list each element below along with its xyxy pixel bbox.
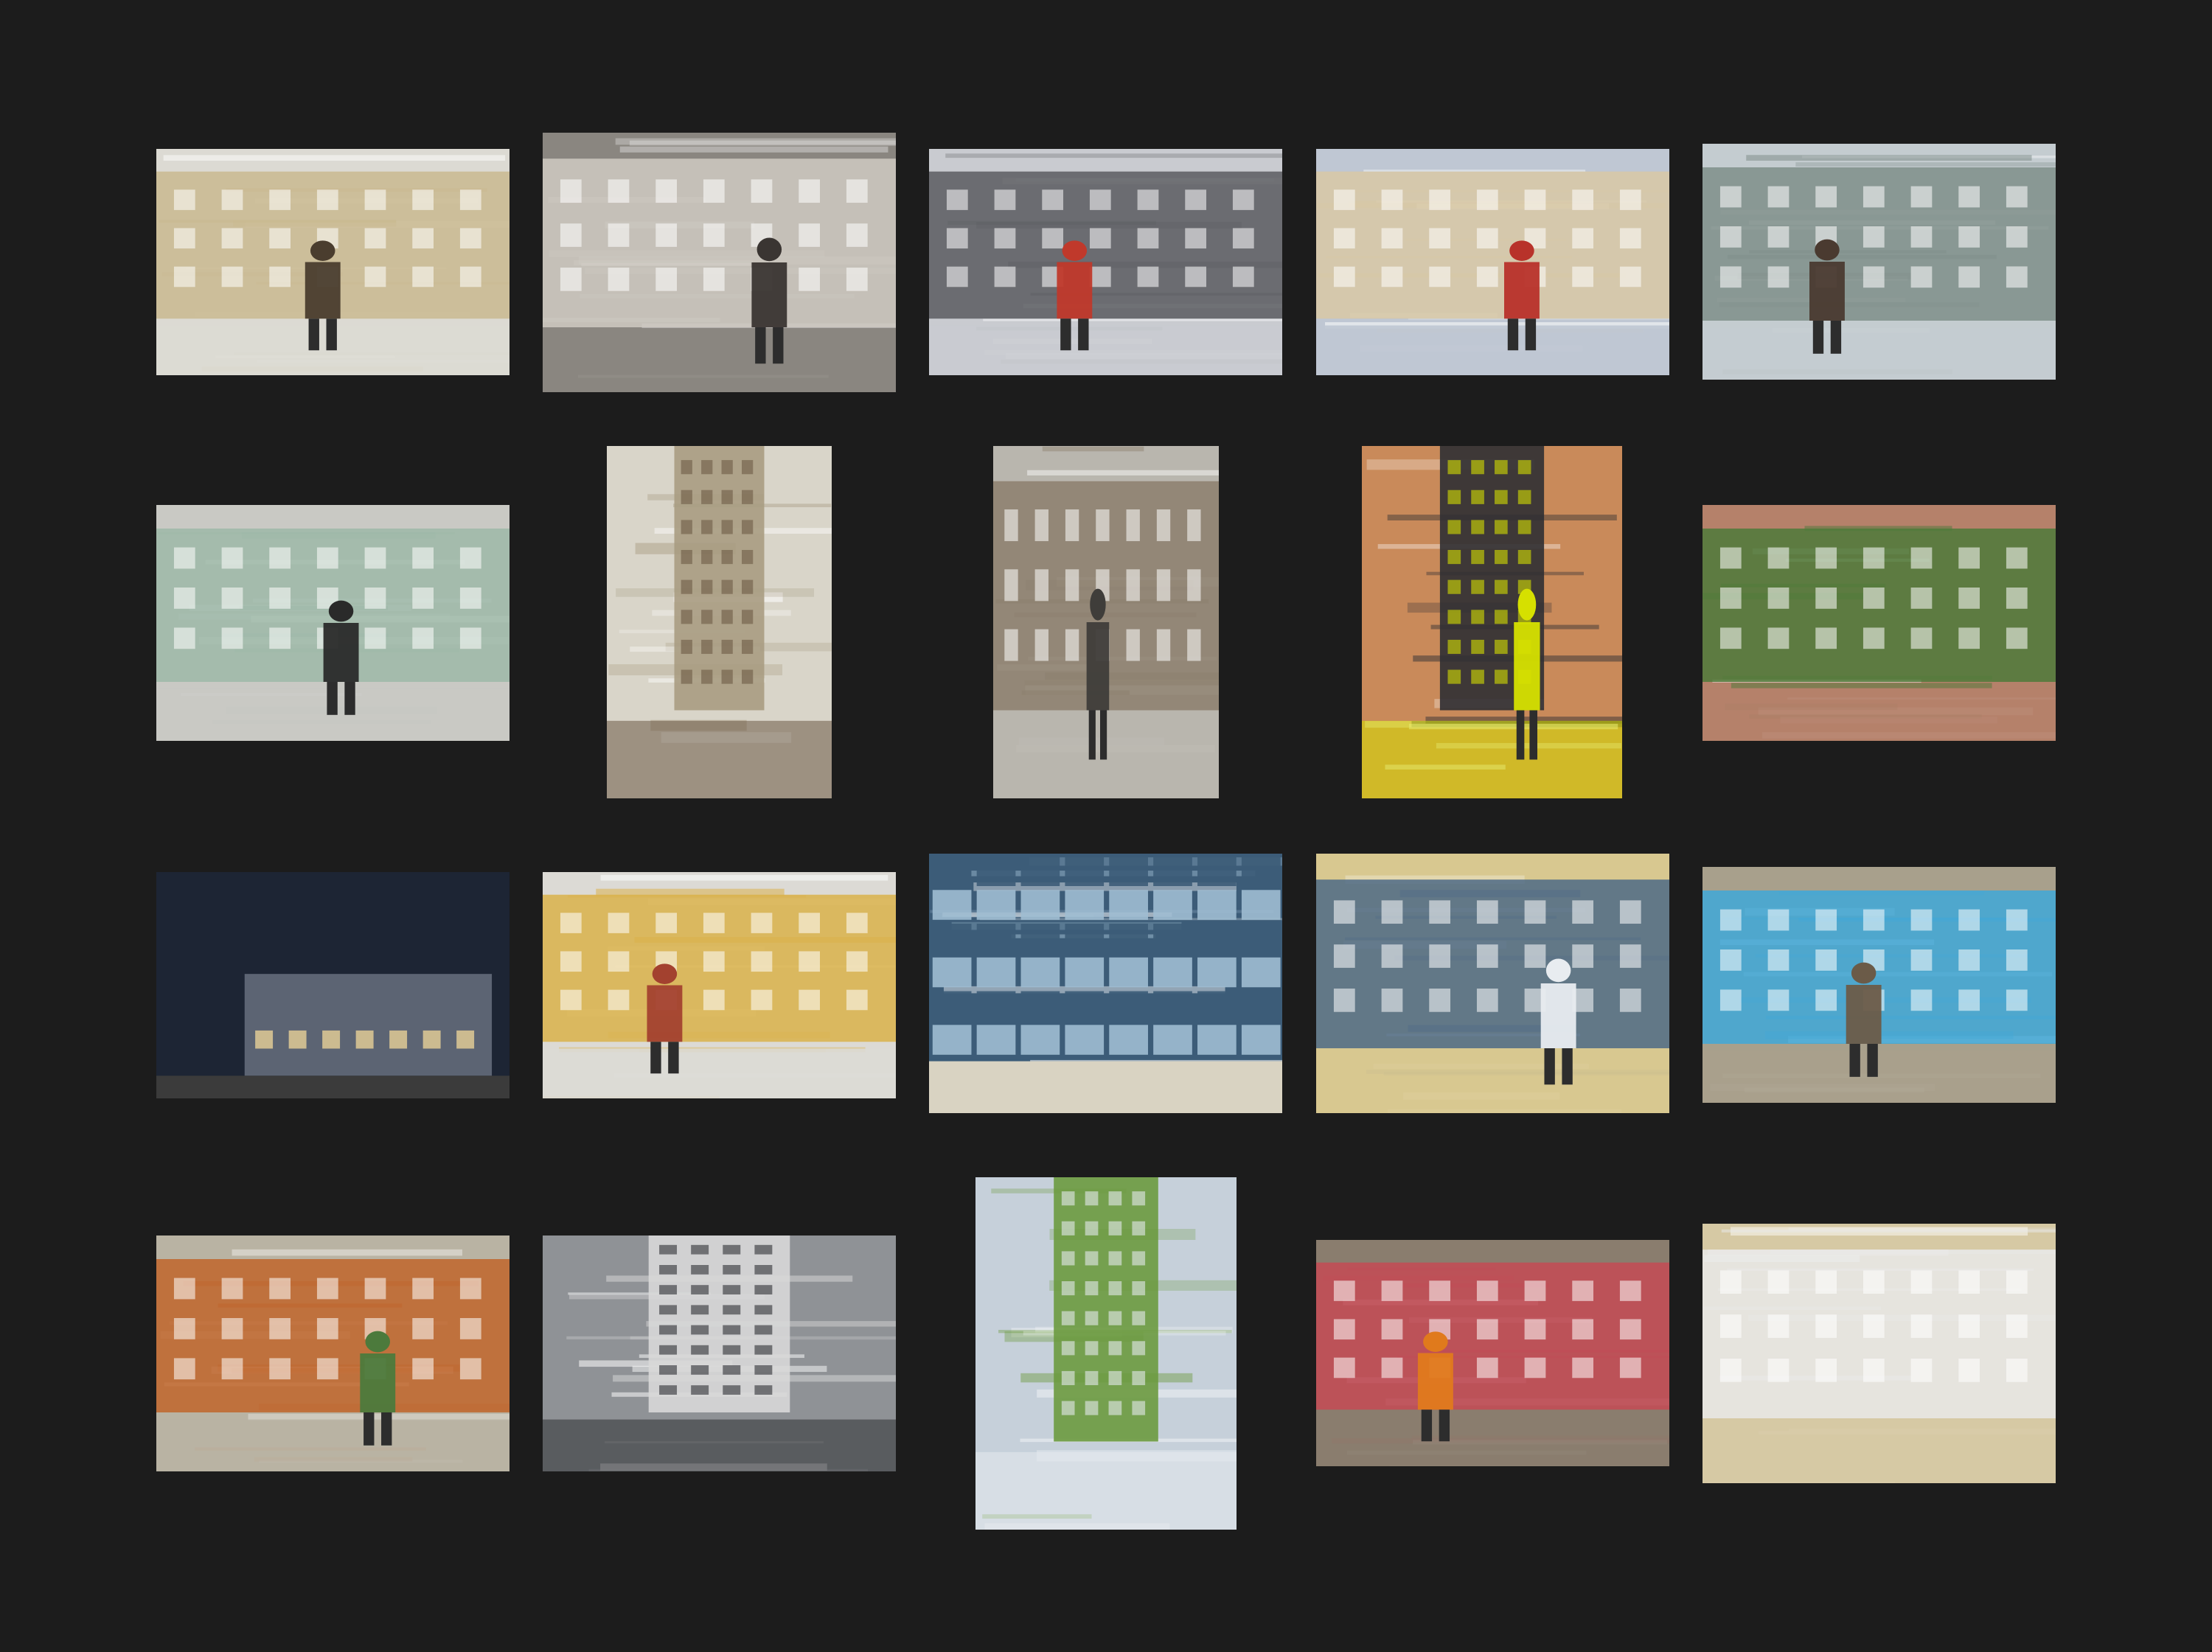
- photo-reflection-man-pavement[interactable]: [993, 446, 1219, 798]
- photo-reflection-yellow-building-tram[interactable]: [1316, 854, 1669, 1113]
- photo-reflection-windmill-woman[interactable]: [543, 872, 896, 1098]
- photo-reflection-people-at-railing[interactable]: [156, 1235, 509, 1471]
- photo-reflection-brick-house-trees[interactable]: [1703, 505, 2056, 741]
- photo-reflection-man-walking-street[interactable]: [156, 505, 509, 741]
- photo-reflection-umbrellas-building[interactable]: [156, 149, 509, 375]
- photo-reflection-stairs-graffiti-person[interactable]: [1316, 1240, 1669, 1466]
- photo-reflection-leaning-building-couple[interactable]: [607, 446, 832, 798]
- photo-reflection-man-shop-sign[interactable]: [1703, 144, 2056, 380]
- photo-reflection-night-square-statue[interactable]: [156, 872, 509, 1098]
- photo-reflection-twisting-tower-bridge[interactable]: [543, 1235, 896, 1471]
- photo-reflection-glass-facade-blue[interactable]: [929, 854, 1282, 1113]
- photo-reflection-two-boys-pier[interactable]: [1703, 867, 2056, 1103]
- photo-reflection-woman-arcade[interactable]: [543, 133, 896, 392]
- photo-reflection-cyclist-red-jacket[interactable]: [929, 149, 1282, 375]
- photo-reflection-tower-greenery[interactable]: [975, 1177, 1237, 1530]
- photo-reflection-facades-red-hood[interactable]: [1316, 149, 1669, 375]
- photo-reflection-orange-wall-lamppost[interactable]: [1362, 446, 1622, 798]
- contact-sheet: [0, 0, 2212, 1652]
- photo-reflection-gabled-houses-chain[interactable]: [1703, 1224, 2056, 1483]
